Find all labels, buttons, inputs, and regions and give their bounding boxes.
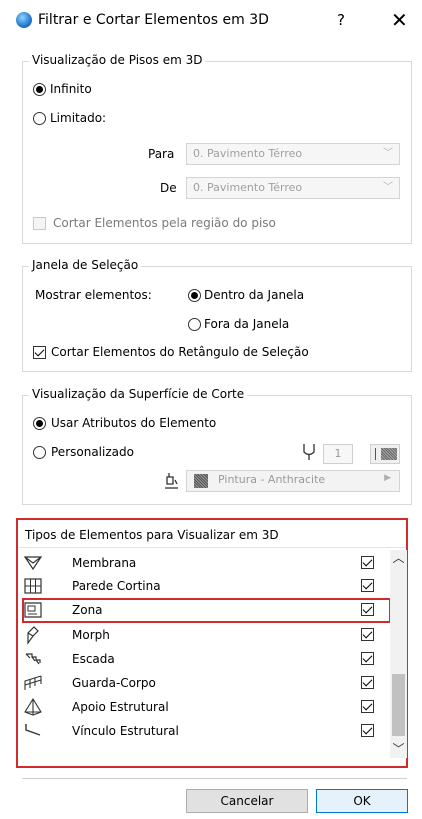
chevron-down-icon: ﹀ [383, 182, 393, 193]
list-item-label: Apoio Estrutural [72, 700, 169, 714]
fill-pattern-button[interactable] [370, 444, 400, 464]
de-select[interactable]: 0. Pavimento Térreo ﹀ [186, 177, 400, 199]
element-type-checkbox[interactable] [361, 579, 374, 592]
paint-swatch [194, 474, 208, 488]
morph-icon [27, 626, 39, 645]
scrollbar-thumb[interactable] [392, 674, 405, 736]
list-scrollbar[interactable]: ︿ ﹀ [390, 550, 407, 758]
selection-legend: Janela de Seleção [29, 258, 142, 272]
railing-icon [24, 675, 42, 690]
limited-label: Limitado: [50, 111, 107, 125]
show-elements-label: Mostrar elementos: [35, 288, 152, 302]
help-button[interactable]: ? [337, 11, 345, 29]
pen-number-field[interactable]: 1 [323, 444, 353, 464]
structural-support-icon [24, 697, 42, 716]
infinite-label: Infinito [50, 82, 92, 96]
list-item[interactable]: Vínculo Estrutural [22, 720, 385, 743]
list-item-label: Morph [72, 628, 110, 642]
cut-by-floor-checkbox[interactable] [33, 217, 46, 230]
element-type-checkbox[interactable] [361, 556, 374, 569]
surface-legend: Visualização da Superfície de Corte [29, 387, 248, 401]
archicad-logo-icon [16, 12, 32, 28]
surface-paint-select[interactable]: Pintura - Anthracite ▶ [186, 470, 400, 492]
list-item[interactable]: Apoio Estrutural [22, 696, 385, 719]
paint-bucket-icon [165, 473, 178, 489]
element-type-checkbox[interactable] [361, 724, 374, 737]
scroll-down-icon[interactable]: ﹀ [390, 741, 407, 758]
outside-window-label: Fora da Janela [204, 317, 290, 331]
list-item[interactable]: Escada [22, 648, 385, 671]
title-bar: Filtrar e Cortar Elementos em 3D ? ✕ [0, 0, 422, 40]
stair-icon [25, 653, 41, 665]
cut-selection-checkbox[interactable] [33, 346, 46, 359]
element-type-checkbox[interactable] [361, 652, 374, 665]
list-item-label: Zona [72, 603, 103, 617]
footer-divider [22, 778, 407, 779]
custom-radio[interactable] [33, 446, 46, 459]
floors-legend: Visualização de Pisos em 3D [29, 53, 206, 67]
para-value: 0. Pavimento Térreo [193, 147, 303, 160]
element-type-checkbox[interactable] [361, 603, 374, 616]
para-select[interactable]: 0. Pavimento Térreo ﹀ [186, 143, 400, 165]
element-type-checkbox[interactable] [361, 676, 374, 689]
cut-selection-label: Cortar Elementos do Retângulo de Seleção [51, 345, 309, 359]
list-item[interactable]: Guarda-Corpo [22, 672, 385, 695]
cancel-button[interactable]: Cancelar [186, 789, 308, 813]
element-types-legend: Tipos de Elementos para Visualizar em 3D [25, 528, 279, 542]
surface-paint-value: Pintura - Anthracite [218, 473, 326, 486]
window-title: Filtrar e Cortar Elementos em 3D [38, 12, 269, 28]
list-item[interactable]: Zona [22, 599, 385, 622]
infinite-radio[interactable] [33, 83, 46, 96]
limited-radio[interactable] [33, 112, 46, 125]
element-type-checkbox[interactable] [361, 700, 374, 713]
list-item-label: Membrana [72, 556, 137, 570]
structural-link-icon [25, 724, 41, 736]
zone-icon [24, 602, 42, 618]
inside-window-radio[interactable] [188, 289, 201, 302]
list-item[interactable]: Membrana [22, 552, 385, 575]
para-label: Para [148, 147, 175, 161]
scroll-up-icon[interactable]: ︿ [390, 550, 407, 567]
curtain-wall-icon [24, 578, 42, 594]
ok-button[interactable]: OK [316, 789, 408, 813]
use-element-attributes-label: Usar Atributos do Elemento [51, 416, 217, 430]
list-item-label: Guarda-Corpo [72, 676, 156, 690]
element-types-divider [18, 547, 406, 548]
custom-label: Personalizado [51, 445, 134, 459]
chevron-down-icon: ﹀ [383, 148, 393, 159]
element-type-checkbox[interactable] [361, 628, 374, 641]
use-element-attributes-radio[interactable] [33, 417, 46, 430]
list-item-label: Vínculo Estrutural [72, 724, 179, 738]
list-item-label: Parede Cortina [72, 579, 161, 593]
chevron-right-icon: ▶ [384, 473, 391, 483]
pen-icon [303, 444, 315, 460]
list-item-label: Escada [72, 652, 115, 666]
list-item[interactable]: Parede Cortina [22, 575, 385, 598]
inside-window-label: Dentro da Janela [204, 288, 305, 302]
list-item[interactable]: Morph [22, 624, 385, 647]
close-button[interactable]: ✕ [391, 8, 408, 32]
outside-window-radio[interactable] [188, 318, 201, 331]
cut-by-floor-label: Cortar Elementos pela região do piso [53, 216, 276, 230]
de-value: 0. Pavimento Térreo [193, 181, 303, 194]
membrane-icon [23, 556, 43, 571]
de-label: De [160, 181, 177, 195]
